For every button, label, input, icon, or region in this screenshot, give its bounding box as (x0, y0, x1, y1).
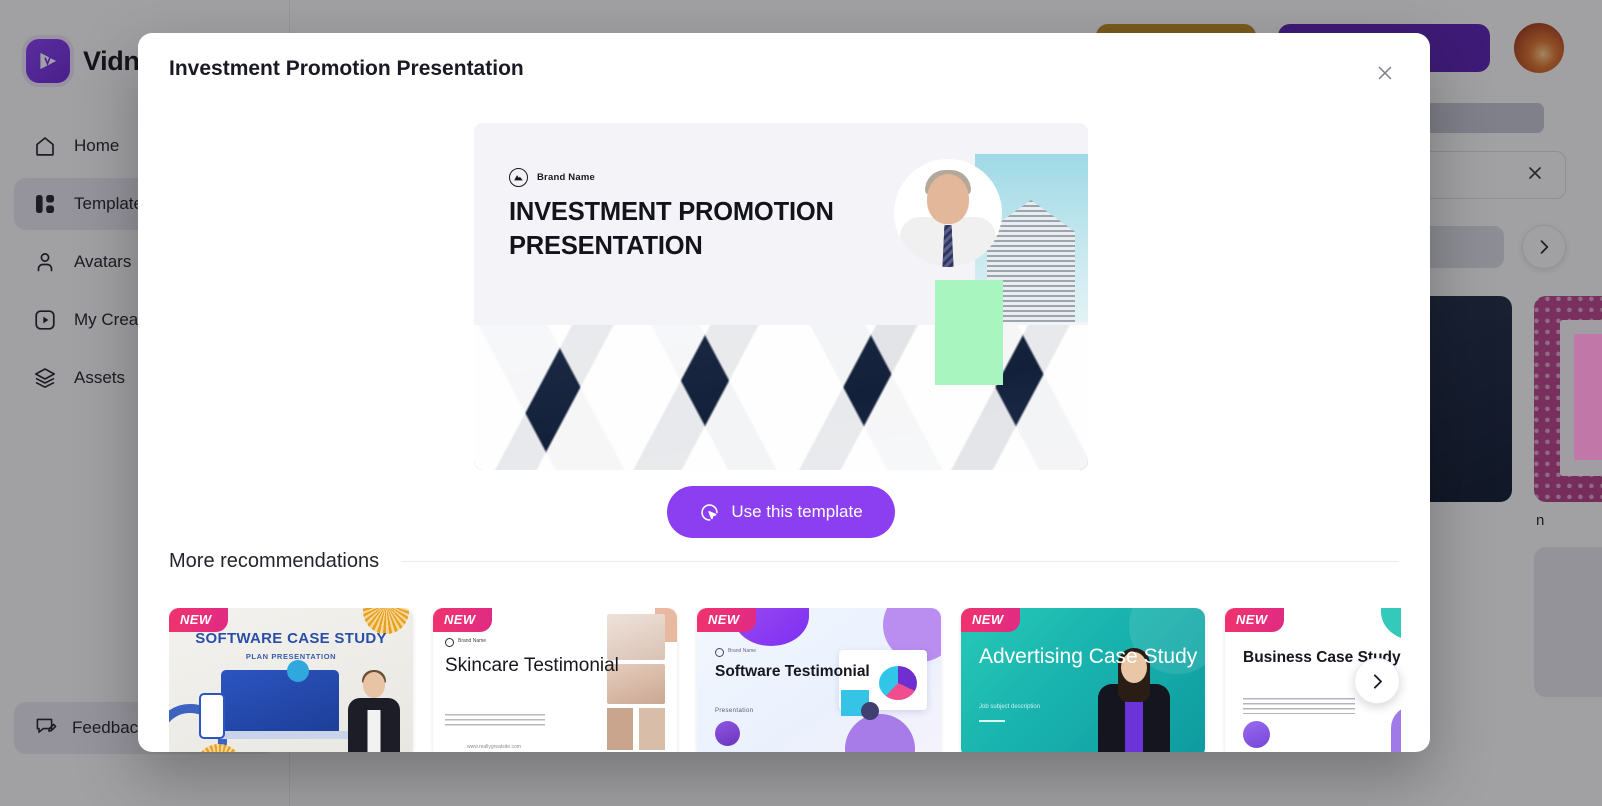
brand-mark-icon (445, 638, 454, 647)
cursor-circle-icon (701, 503, 719, 521)
new-badge: NEW (169, 608, 228, 632)
slide-brand: Brand Name (509, 168, 595, 187)
recommendation-brand-label: Brand Name (728, 648, 757, 654)
recommendation-title: Software Testimonial (715, 663, 870, 680)
template-preview-slide[interactable]: Brand Name INVESTMENT PROMOTION PRESENTA… (474, 123, 1088, 470)
recommendation-subtitle: PLAN PRESENTATION (245, 652, 337, 661)
recommendation-card[interactable]: NEW SOFTWARE CASE STUDY PLAN PRESENTATIO… (169, 608, 413, 752)
recommendation-card[interactable]: NEW Brand Name Software Testimonial Pres… (697, 608, 941, 752)
recommendation-title: Skincare Testimonial (445, 655, 619, 676)
avatar (715, 721, 740, 746)
recommendation-brand-label: Brand Name (458, 638, 487, 644)
new-badge: NEW (697, 608, 756, 632)
avatar (1243, 721, 1270, 748)
close-icon (1378, 66, 1392, 80)
modal-title: Investment Promotion Presentation (169, 57, 524, 80)
slide-green-accent (935, 280, 1003, 385)
recommendation-title: SOFTWARE CASE STUDY (195, 630, 387, 647)
use-this-template-button[interactable]: Use this template (667, 486, 895, 538)
divider (401, 561, 1399, 562)
use-this-template-label: Use this template (731, 502, 863, 521)
chevron-right-icon (1373, 673, 1382, 689)
recommendations-header: More recommendations (169, 550, 1399, 573)
template-preview-modal: Investment Promotion Presentation Brand … (138, 33, 1430, 752)
slide-brand-label: Brand Name (537, 172, 595, 183)
recommendation-card[interactable]: NEW Advertising Case Study Job subject d… (961, 608, 1205, 752)
new-badge: NEW (1225, 608, 1284, 632)
new-badge: NEW (433, 608, 492, 632)
recommendation-subtitle: Job subject description (979, 704, 1041, 710)
recommendation-card[interactable]: NEW Brand Name Skincare Testimonial www.… (433, 608, 677, 752)
recommendation-title: Advertising Case Study (979, 645, 1198, 668)
new-badge: NEW (961, 608, 1020, 632)
slide-presenter-avatar (894, 159, 1002, 267)
brand-mark-icon (715, 648, 724, 657)
recommendations-title: More recommendations (169, 550, 380, 572)
slide-heading: INVESTMENT PROMOTION PRESENTATION (509, 198, 834, 260)
recommendation-url-label: www.reallygreatsite.com (467, 744, 521, 750)
presenter-figure (347, 670, 401, 752)
mountain-circle-icon (509, 168, 528, 187)
recommendations-next-button[interactable] (1354, 658, 1400, 704)
recommendations-list[interactable]: NEW SOFTWARE CASE STUDY PLAN PRESENTATIO… (169, 608, 1401, 752)
close-button[interactable] (1368, 56, 1402, 90)
recommendation-subtitle: Presentation (715, 708, 754, 714)
